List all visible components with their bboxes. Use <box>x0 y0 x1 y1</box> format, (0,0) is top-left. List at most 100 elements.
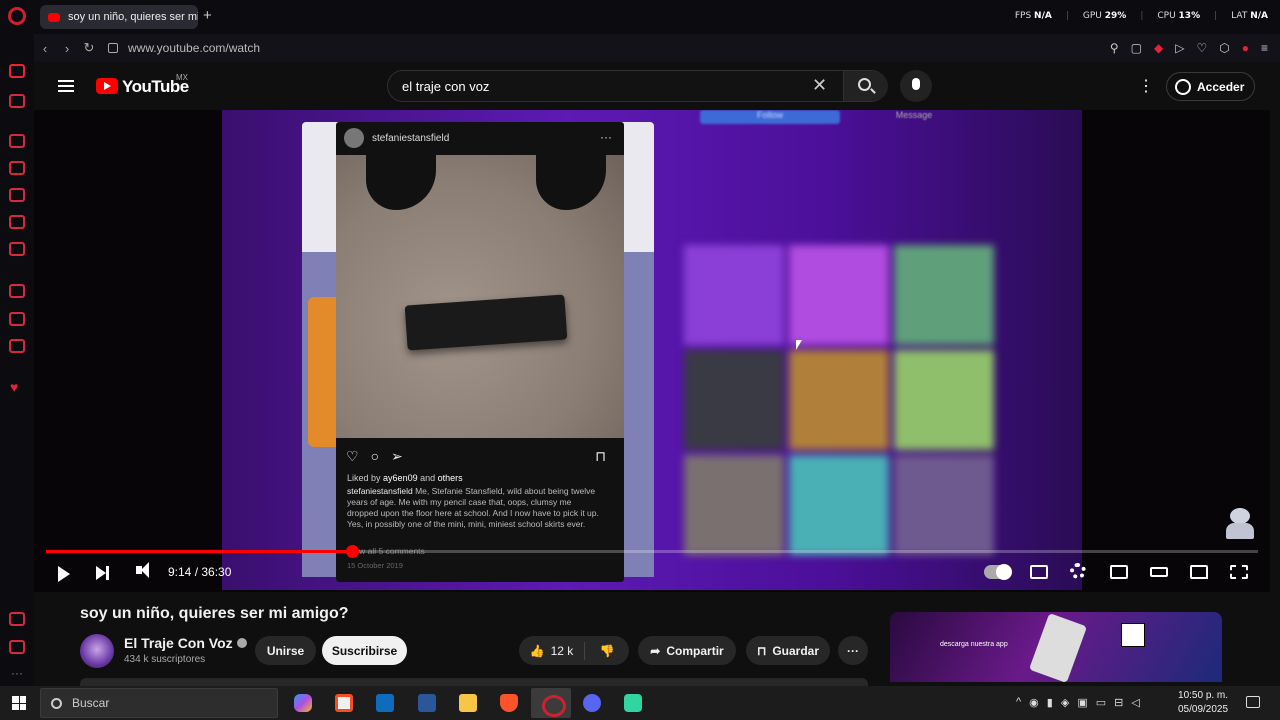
dislike-button[interactable]: 👎 <box>585 644 629 658</box>
adblock-icon[interactable]: ◆ <box>1154 41 1163 55</box>
search-button[interactable] <box>843 71 888 101</box>
volume-tray-icon[interactable]: ◁ <box>1131 696 1139 709</box>
gamepad-icon[interactable] <box>9 94 25 108</box>
outlook-icon[interactable] <box>376 694 394 712</box>
new-tab-icon[interactable]: + <box>203 7 212 24</box>
like-count: 12 k <box>550 643 574 658</box>
clear-search-icon[interactable]: ✕ <box>812 75 827 96</box>
battery-icon[interactable]: ▭ <box>1096 696 1106 709</box>
snapshot-icon[interactable]: ▢ <box>1131 41 1142 55</box>
extensions-icon[interactable]: ⬡ <box>1219 41 1229 55</box>
channel-name[interactable]: El Traje Con Voz <box>124 635 247 651</box>
play-icon[interactable] <box>58 566 70 582</box>
autoplay-toggle[interactable] <box>984 564 1012 580</box>
store-icon[interactable] <box>335 694 353 712</box>
gx-icon[interactable] <box>9 640 25 654</box>
gx-corner-icon[interactable] <box>9 161 25 175</box>
url-field[interactable]: www.youtube.com/watch <box>128 41 260 55</box>
tray-app-icon[interactable]: ◉ <box>1029 696 1039 709</box>
taskbar-search[interactable]: Buscar <box>40 688 278 718</box>
twitch-icon[interactable] <box>9 134 25 148</box>
volume-icon[interactable] <box>136 562 149 578</box>
ig-avatar <box>344 128 364 148</box>
chat-icon[interactable] <box>9 312 25 326</box>
account-icon <box>1175 78 1191 95</box>
blurred-message-button: Message <box>895 110 933 120</box>
save-button[interactable]: ⊓ Guardar <box>746 636 830 665</box>
gx-control-icon[interactable] <box>9 188 25 202</box>
subtitles-icon[interactable] <box>1030 565 1048 579</box>
miniplayer-icon[interactable] <box>1110 565 1128 579</box>
blurred-profile-grid <box>684 245 1004 575</box>
network-icon[interactable]: ⊟ <box>1114 696 1123 709</box>
channel-watermark-icon[interactable] <box>1226 508 1254 540</box>
word-icon[interactable] <box>418 694 436 712</box>
more-icon[interactable]: ··· <box>11 666 23 680</box>
lat-stat: LAT N/A <box>1231 11 1268 21</box>
next-icon[interactable] <box>96 566 109 580</box>
blurred-follow-button: Follow <box>700 110 840 124</box>
ig-share-icon: ➢ <box>391 448 403 464</box>
taskbar-clock[interactable]: 10:50 p. m. 05/09/2025 <box>1178 689 1228 717</box>
pin-icon[interactable]: ⚲ <box>1110 41 1119 55</box>
antivirus-icon[interactable]: ◈ <box>1061 696 1069 709</box>
display-icon[interactable]: ▣ <box>1077 696 1087 709</box>
more-actions-button[interactable]: ··· <box>838 636 868 665</box>
fullscreen-icon[interactable] <box>1230 565 1248 579</box>
arc-icon[interactable] <box>9 284 25 298</box>
search-input[interactable]: el traje con voz <box>402 79 489 94</box>
profile-icon[interactable]: ● <box>1242 41 1249 55</box>
reload-icon[interactable]: ↻ <box>78 40 100 56</box>
gpu-stat: GPU 29% <box>1082 11 1127 21</box>
lock-icon <box>108 43 118 53</box>
search-box[interactable]: el traje con voz ✕ <box>387 70 888 102</box>
ig-post-header: stefaniestansfield <box>336 122 624 154</box>
ad-banner[interactable]: descarga nuestra app <box>890 612 1222 682</box>
windows-start-icon[interactable] <box>12 696 26 710</box>
save-label: Guardar <box>772 643 820 658</box>
notifications-icon[interactable] <box>1246 696 1260 708</box>
instagram-post-overlay: stefaniestansfield ··· ♡ ○ ➢ ⊓ Liked by … <box>336 122 624 582</box>
description-box[interactable] <box>80 678 868 686</box>
youtube-logo-icon[interactable] <box>96 78 118 94</box>
file-explorer-icon[interactable] <box>459 694 477 712</box>
heart-icon[interactable]: ♡ <box>1196 41 1207 55</box>
copilot-icon[interactable] <box>294 694 312 712</box>
settings-gear-icon[interactable] <box>1070 563 1086 579</box>
cast-icon[interactable] <box>1190 565 1208 579</box>
video-player[interactable]: Follow Message stefaniestansfield ··· ♡ … <box>34 110 1270 592</box>
theater-mode-icon[interactable] <box>1150 567 1168 577</box>
usb-icon[interactable]: ▮ <box>1047 696 1053 709</box>
tab-title: soy un niño, quieres ser mi amigo? <box>68 11 198 23</box>
scrubber-handle[interactable] <box>345 545 359 558</box>
voice-search-icon[interactable] <box>900 70 932 102</box>
forward-icon[interactable]: › <box>56 41 78 56</box>
subscribe-button[interactable]: Suscribirse <box>322 636 407 665</box>
android-app-icon[interactable] <box>624 694 642 712</box>
like-button[interactable]: 👍 12 k <box>519 641 585 660</box>
back-icon[interactable]: ‹ <box>34 41 56 56</box>
favorites-heart-icon[interactable]: ♥ <box>10 379 18 395</box>
brave-icon[interactable] <box>500 694 518 712</box>
settings-kebab-icon[interactable]: ⋮ <box>1138 76 1154 96</box>
tiktok-icon[interactable] <box>9 612 25 626</box>
opera-gx-taskbar-icon[interactable] <box>531 688 571 718</box>
home-icon[interactable] <box>9 64 25 78</box>
hamburger-menu-icon[interactable] <box>58 80 74 92</box>
flow-icon[interactable]: ▷ <box>1175 41 1184 55</box>
tray-chevron-icon[interactable]: ^ <box>1016 696 1021 709</box>
gx-cleaner-icon[interactable] <box>9 215 25 229</box>
opera-logo-icon[interactable] <box>8 7 26 25</box>
tab-active[interactable]: soy un niño, quieres ser mi amigo? <box>40 5 198 29</box>
progress-bar[interactable] <box>46 545 1258 558</box>
join-button[interactable]: Unirse <box>255 636 316 665</box>
discord-icon[interactable] <box>583 694 601 712</box>
ad-text: descarga nuestra app <box>940 641 1008 648</box>
channel-avatar[interactable] <box>80 634 114 668</box>
music-icon[interactable] <box>9 242 25 256</box>
menu-icon[interactable]: ≡ <box>1261 41 1268 55</box>
sign-in-button[interactable]: Acceder <box>1166 72 1255 101</box>
opera-sidebar: ♥ ··· <box>0 34 34 686</box>
whatsapp-icon[interactable] <box>9 339 25 353</box>
share-button[interactable]: ➦ Compartir <box>638 636 736 665</box>
